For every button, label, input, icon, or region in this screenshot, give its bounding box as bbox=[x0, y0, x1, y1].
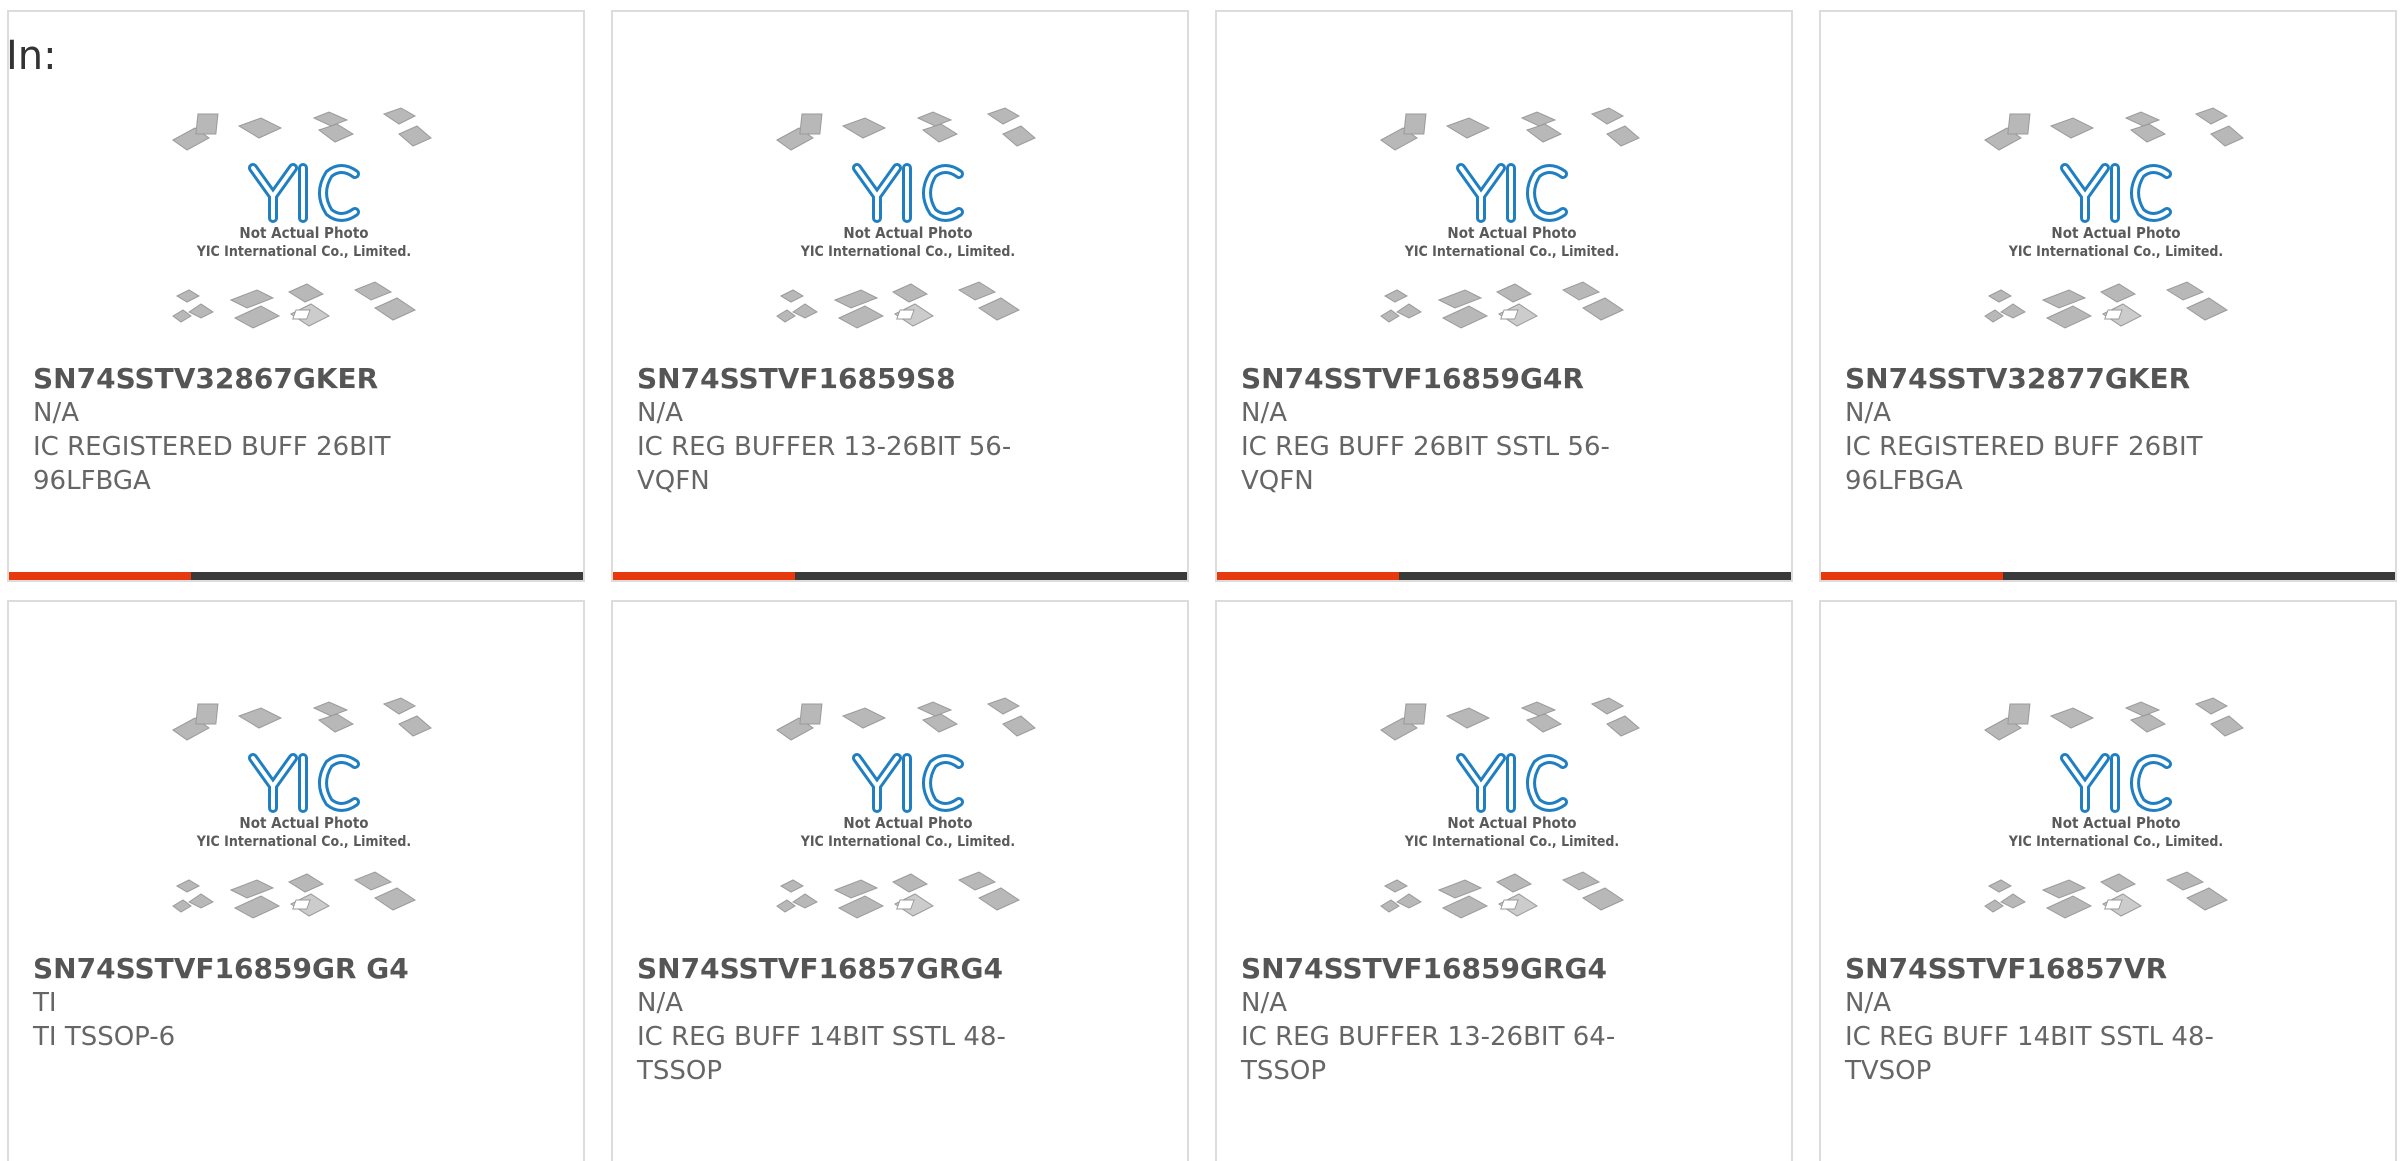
description: TI TSSOP-6 bbox=[33, 1022, 176, 1052]
card-bar-accent bbox=[1821, 572, 2003, 580]
part-number[interactable]: SN74SSTVF16859G4R bbox=[1241, 362, 1761, 396]
card-bar bbox=[9, 572, 583, 580]
product-card[interactable]: Not Actual Photo YIC International Co., … bbox=[1215, 10, 1793, 582]
manufacturer: N/A bbox=[637, 988, 683, 1018]
product-card[interactable]: Not Actual Photo YIC International Co., … bbox=[611, 10, 1189, 582]
caption-line1: Not Actual Photo bbox=[1447, 814, 1576, 832]
card-bar-accent bbox=[9, 572, 191, 580]
part-number[interactable]: SN74SSTVF16857VR bbox=[1845, 952, 2365, 986]
card-bar-accent bbox=[613, 572, 795, 580]
manufacturer: N/A bbox=[1241, 398, 1287, 428]
product-photo-placeholder: Not Actual Photo YIC International Co., … bbox=[1377, 694, 1647, 944]
card-bar bbox=[613, 572, 1187, 580]
product-photo-placeholder: Not Actual Photo YIC International Co., … bbox=[1377, 104, 1647, 354]
part-number[interactable]: SN74SSTVF16857GRG4 bbox=[637, 952, 1157, 986]
caption-line1: Not Actual Photo bbox=[2051, 814, 2180, 832]
card-bar-accent bbox=[1217, 572, 1399, 580]
part-number[interactable]: SN74SSTVF16859GRG4 bbox=[1241, 952, 1761, 986]
product-card[interactable]: Not Actual Photo YIC International Co., … bbox=[1819, 10, 2397, 582]
caption-line2: YIC International Co., Limited. bbox=[800, 244, 1015, 260]
description: IC REG BUFF 14BIT SSTL 48-TSSOP bbox=[637, 1022, 1006, 1086]
manufacturer: N/A bbox=[1845, 988, 1891, 1018]
product-card[interactable]: Not Actual Photo YIC International Co., … bbox=[611, 600, 1189, 1161]
caption-line1: Not Actual Photo bbox=[843, 224, 972, 242]
card-bar bbox=[1821, 572, 2395, 580]
part-number[interactable]: SN74SSTV32867GKER bbox=[33, 362, 553, 396]
product-info: SN74SSTVF16859GR G4 TI TI TSSOP-6 bbox=[33, 952, 553, 1054]
manufacturer: N/A bbox=[1845, 398, 1891, 428]
caption-line2: YIC International Co., Limited. bbox=[2008, 244, 2223, 260]
product-info: SN74SSTV32877GKER N/A IC REGISTERED BUFF… bbox=[1845, 362, 2365, 498]
caption-line1: Not Actual Photo bbox=[239, 224, 368, 242]
description: IC REG BUFFER 13-26BIT 56-VQFN bbox=[637, 432, 1012, 496]
product-photo-placeholder: Not Actual Photo YIC International Co., … bbox=[1981, 104, 2251, 354]
part-number[interactable]: SN74SSTVF16859S8 bbox=[637, 362, 1157, 396]
product-card[interactable]: Not Actual Photo YIC International Co., … bbox=[1819, 600, 2397, 1161]
card-bar bbox=[1217, 572, 1791, 580]
caption-line1: Not Actual Photo bbox=[2051, 224, 2180, 242]
product-info: SN74SSTVF16857GRG4 N/A IC REG BUFF 14BIT… bbox=[637, 952, 1157, 1088]
caption-line2: YIC International Co., Limited. bbox=[1404, 244, 1619, 260]
manufacturer: N/A bbox=[637, 398, 683, 428]
product-card[interactable]: Not Actual Photo YIC International Co., … bbox=[7, 600, 585, 1161]
description: IC REG BUFF 14BIT SSTL 48-TVSOP bbox=[1845, 1022, 2214, 1086]
product-grid: Not Actual Photo YIC International Co., … bbox=[0, 0, 2400, 1161]
part-number[interactable]: SN74SSTV32877GKER bbox=[1845, 362, 2365, 396]
in-label: In: bbox=[6, 33, 57, 79]
description: IC REG BUFF 26BIT SSTL 56-VQFN bbox=[1241, 432, 1610, 496]
description: IC REGISTERED BUFF 26BIT 96LFBGA bbox=[33, 432, 391, 496]
description: IC REGISTERED BUFF 26BIT 96LFBGA bbox=[1845, 432, 2203, 496]
caption-line2: YIC International Co., Limited. bbox=[2008, 834, 2223, 850]
manufacturer: N/A bbox=[1241, 988, 1287, 1018]
product-photo-placeholder: Not Actual Photo YIC International Co., … bbox=[169, 104, 439, 354]
manufacturer: TI bbox=[33, 988, 57, 1018]
product-info: SN74SSTV32867GKER N/A IC REGISTERED BUFF… bbox=[33, 362, 553, 498]
caption-line2: YIC International Co., Limited. bbox=[800, 834, 1015, 850]
caption-line2: YIC International Co., Limited. bbox=[196, 244, 411, 260]
product-grid-page: In: Not Actual Photo YIC International C… bbox=[0, 0, 2400, 1161]
caption-line1: Not Actual Photo bbox=[1447, 224, 1576, 242]
product-info: SN74SSTVF16857VR N/A IC REG BUFF 14BIT S… bbox=[1845, 952, 2365, 1088]
product-photo-placeholder: Not Actual Photo YIC International Co., … bbox=[773, 104, 1043, 354]
product-info: SN74SSTVF16859S8 N/A IC REG BUFFER 13-26… bbox=[637, 362, 1157, 498]
manufacturer: N/A bbox=[33, 398, 79, 428]
caption-line2: YIC International Co., Limited. bbox=[196, 834, 411, 850]
product-info: SN74SSTVF16859G4R N/A IC REG BUFF 26BIT … bbox=[1241, 362, 1761, 498]
product-photo-placeholder: Not Actual Photo YIC International Co., … bbox=[1981, 694, 2251, 944]
caption-line1: Not Actual Photo bbox=[843, 814, 972, 832]
product-photo-placeholder: Not Actual Photo YIC International Co., … bbox=[773, 694, 1043, 944]
caption-line1: Not Actual Photo bbox=[239, 814, 368, 832]
product-card[interactable]: Not Actual Photo YIC International Co., … bbox=[7, 10, 585, 582]
caption-line2: YIC International Co., Limited. bbox=[1404, 834, 1619, 850]
part-number[interactable]: SN74SSTVF16859GR G4 bbox=[33, 952, 553, 986]
product-card[interactable]: Not Actual Photo YIC International Co., … bbox=[1215, 600, 1793, 1161]
product-photo-placeholder: Not Actual Photo YIC International Co., … bbox=[169, 694, 439, 944]
product-info: SN74SSTVF16859GRG4 N/A IC REG BUFFER 13-… bbox=[1241, 952, 1761, 1088]
description: IC REG BUFFER 13-26BIT 64-TSSOP bbox=[1241, 1022, 1616, 1086]
